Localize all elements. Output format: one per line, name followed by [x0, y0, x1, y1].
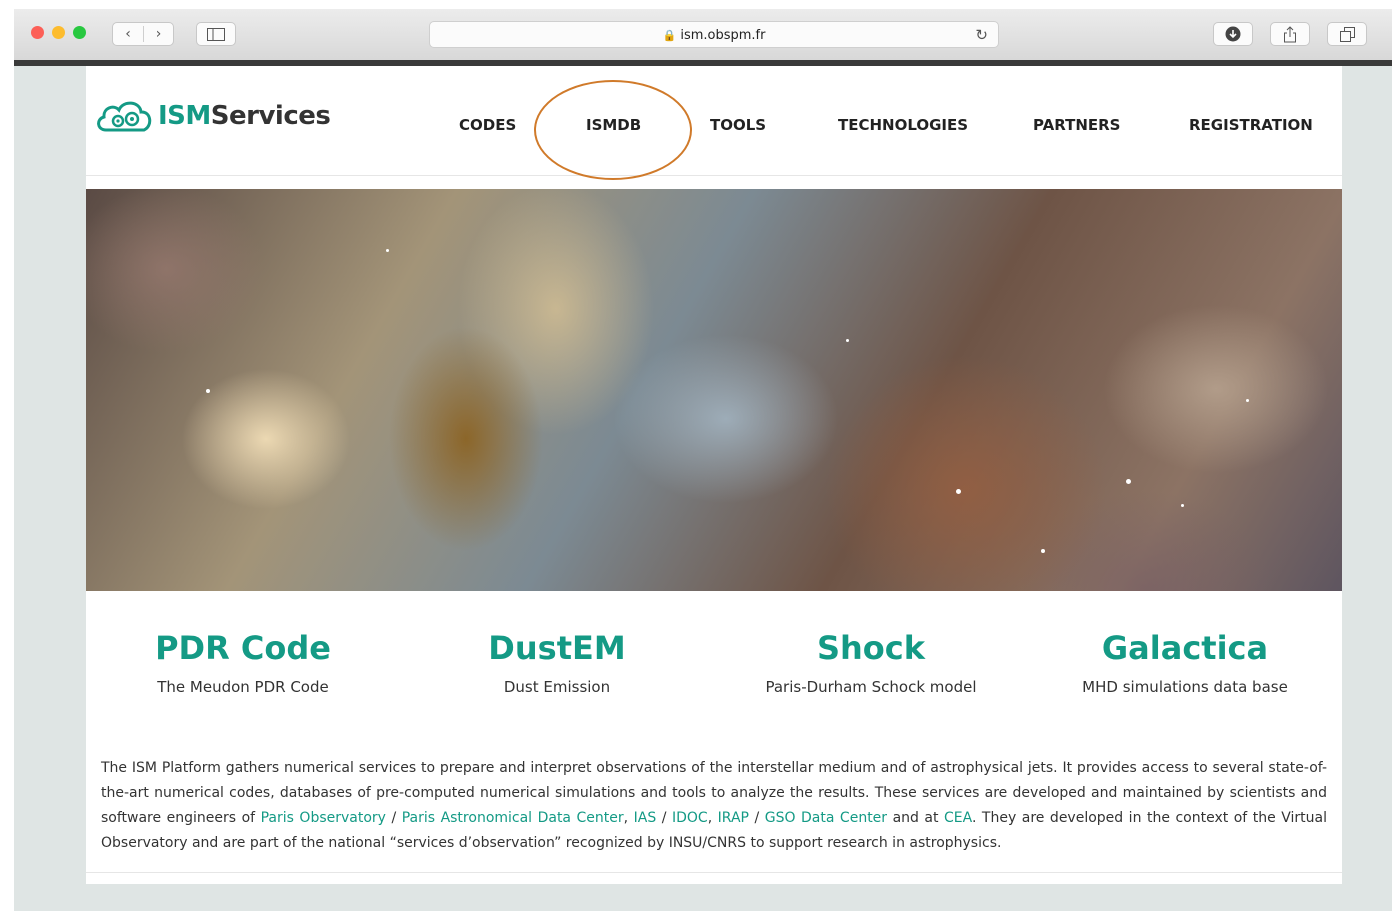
url-text: 🔒 ism.obspm.fr: [430, 28, 998, 43]
tabs-overview-button[interactable]: [1327, 22, 1367, 46]
download-icon: [1225, 26, 1241, 42]
platform-description: The ISM Platform gathers numerical servi…: [101, 756, 1327, 856]
link-paris-astronomical-data-center[interactable]: Paris Astronomical Data Center: [402, 810, 624, 826]
zoom-window-button[interactable]: [73, 26, 86, 39]
star: [1126, 479, 1131, 484]
share-button[interactable]: [1270, 22, 1310, 46]
star: [1181, 504, 1184, 507]
service-title[interactable]: Galactica: [1028, 628, 1342, 668]
tabs-icon: [1339, 26, 1355, 42]
star: [206, 389, 210, 393]
address-bar[interactable]: 🔒 ism.obspm.fr ↻: [429, 21, 999, 48]
cloud-gears-icon: [97, 101, 152, 132]
link-cea[interactable]: CEA: [944, 810, 972, 826]
star: [956, 489, 961, 494]
site-header: ISMServices CODES ISMDB TOOLS TECHNOLOGI…: [86, 66, 1342, 180]
link-paris-observatory[interactable]: Paris Observatory: [261, 810, 386, 826]
service-title[interactable]: DustEM: [400, 628, 714, 668]
sidebar-toggle-button[interactable]: [196, 22, 236, 46]
service-shock: Shock Paris-Durham Schock model: [714, 628, 1028, 696]
star: [1041, 549, 1045, 553]
nav-technologies[interactable]: TECHNOLOGIES: [838, 116, 968, 134]
logo-ism: ISM: [158, 101, 211, 131]
service-subtitle: MHD simulations data base: [1082, 678, 1288, 696]
separator: /: [656, 810, 672, 826]
separator: ,: [707, 810, 718, 826]
forward-button[interactable]: ›: [142, 26, 173, 42]
highlight-circle-annotation: [534, 80, 692, 180]
separator: and at: [887, 810, 945, 826]
site-logo[interactable]: ISMServices: [94, 96, 331, 136]
link-irap[interactable]: IRAP: [718, 810, 749, 826]
service-galactica: Galactica MHD simulations data base: [1028, 628, 1342, 696]
service-dustem: DustEM Dust Emission: [400, 628, 714, 696]
share-icon: [1284, 25, 1296, 42]
minimize-window-button[interactable]: [52, 26, 65, 39]
sidebar-icon: [207, 27, 225, 41]
back-button[interactable]: ‹: [113, 26, 143, 42]
service-title[interactable]: PDR Code: [86, 628, 400, 668]
nav-registration[interactable]: REGISTRATION: [1189, 116, 1313, 134]
separator: /: [385, 810, 402, 826]
window-controls: [31, 26, 86, 39]
link-idoc[interactable]: IDOC: [672, 810, 708, 826]
service-pdr-code: PDR Code The Meudon PDR Code: [86, 628, 400, 696]
service-subtitle: Paris-Durham Schock model: [765, 678, 977, 696]
url: ism.obspm.fr: [680, 28, 766, 43]
separator: ,: [623, 810, 634, 826]
hero-nebula-image: [86, 189, 1342, 591]
nav-partners[interactable]: PARTNERS: [1033, 116, 1121, 134]
service-title[interactable]: Shock: [714, 628, 1028, 668]
star: [1246, 399, 1249, 402]
downloads-button[interactable]: [1213, 22, 1253, 46]
logo-services: Services: [210, 101, 331, 131]
lock-icon: 🔒: [662, 29, 677, 42]
star: [846, 339, 849, 342]
link-gso-data-center[interactable]: GSO Data Center: [765, 810, 887, 826]
footer-divider: [86, 872, 1342, 873]
services-row: PDR Code The Meudon PDR Code DustEM Dust…: [86, 628, 1342, 696]
separator: /: [748, 810, 765, 826]
logo-text: ISMServices: [158, 101, 331, 131]
service-subtitle: Dust Emission: [503, 678, 611, 696]
nav-codes[interactable]: CODES: [459, 116, 516, 134]
close-window-button[interactable]: [31, 26, 44, 39]
star: [386, 249, 389, 252]
page-container: ISMServices CODES ISMDB TOOLS TECHNOLOGI…: [86, 66, 1342, 884]
link-ias[interactable]: IAS: [634, 810, 657, 826]
browser-toolbar: ‹ › 🔒 ism.obspm.fr ↻: [14, 9, 1392, 66]
nav-tools[interactable]: TOOLS: [710, 116, 766, 134]
reload-icon[interactable]: ↻: [975, 26, 988, 44]
history-navigation: ‹ ›: [112, 22, 174, 46]
service-subtitle: The Meudon PDR Code: [157, 678, 329, 696]
